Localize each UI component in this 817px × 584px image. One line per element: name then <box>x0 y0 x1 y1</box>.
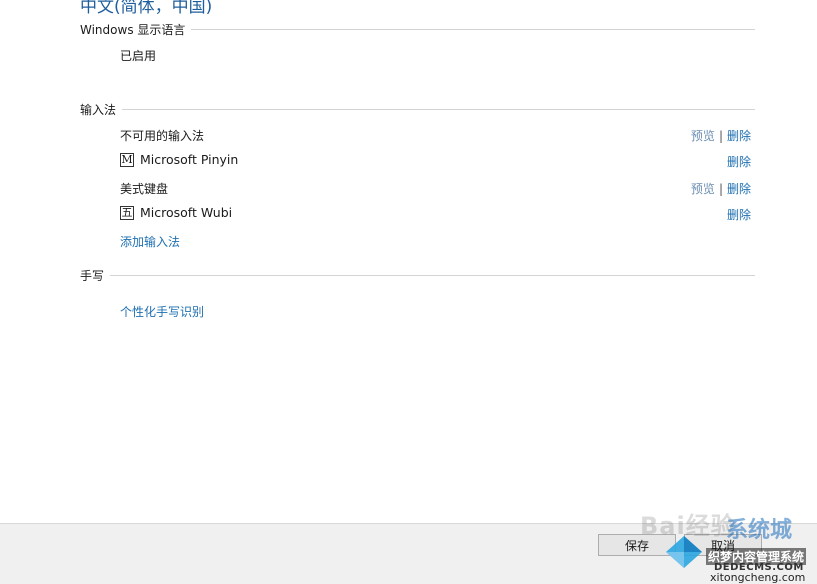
keyboard-group-actions: 预览 | 删除 <box>691 127 751 144</box>
keyboard-group-actions: 预览 | 删除 <box>691 180 751 197</box>
section-handwriting: 手写 <box>80 267 755 283</box>
add-input-method-link[interactable]: 添加输入法 <box>120 233 180 250</box>
divider <box>191 28 755 30</box>
ime-item-wubi: 五 Microsoft Wubi <box>120 205 232 220</box>
section-display-language: Windows 显示语言 <box>80 21 755 37</box>
personalize-handwriting-link[interactable]: 个性化手写识别 <box>120 303 204 320</box>
section-handwriting-label: 手写 <box>80 268 105 283</box>
display-language-status: 已启用 <box>120 49 157 63</box>
divider <box>122 108 755 110</box>
delete-link[interactable]: 删除 <box>727 153 751 170</box>
ime-wubi-actions: 删除 <box>727 206 751 223</box>
section-display-language-label: Windows 显示语言 <box>80 22 186 37</box>
separator: | <box>718 181 723 196</box>
separator: | <box>718 128 723 143</box>
language-title: 中文(简体，中国) <box>80 0 213 17</box>
ime-pinyin-actions: 删除 <box>727 153 751 170</box>
divider <box>110 274 755 276</box>
ime-name: Microsoft Wubi <box>140 205 233 220</box>
pinyin-ime-icon: M <box>120 152 134 167</box>
section-input-methods-label: 输入法 <box>80 102 117 117</box>
delete-link[interactable]: 删除 <box>727 180 751 197</box>
ime-item-pinyin: M Microsoft Pinyin <box>120 152 238 167</box>
preview-link[interactable]: 预览 <box>691 127 715 144</box>
ime-name: Microsoft Pinyin <box>140 152 239 167</box>
section-input-methods: 输入法 <box>80 101 755 117</box>
wubi-ime-icon: 五 <box>120 205 134 220</box>
delete-link[interactable]: 删除 <box>727 127 751 144</box>
windows-logo-icon <box>666 536 702 568</box>
keyboard-group-label: 美式键盘 <box>120 182 169 196</box>
delete-link[interactable]: 删除 <box>727 206 751 223</box>
preview-link[interactable]: 预览 <box>691 180 715 197</box>
keyboard-group-label: 不可用的输入法 <box>120 129 205 143</box>
